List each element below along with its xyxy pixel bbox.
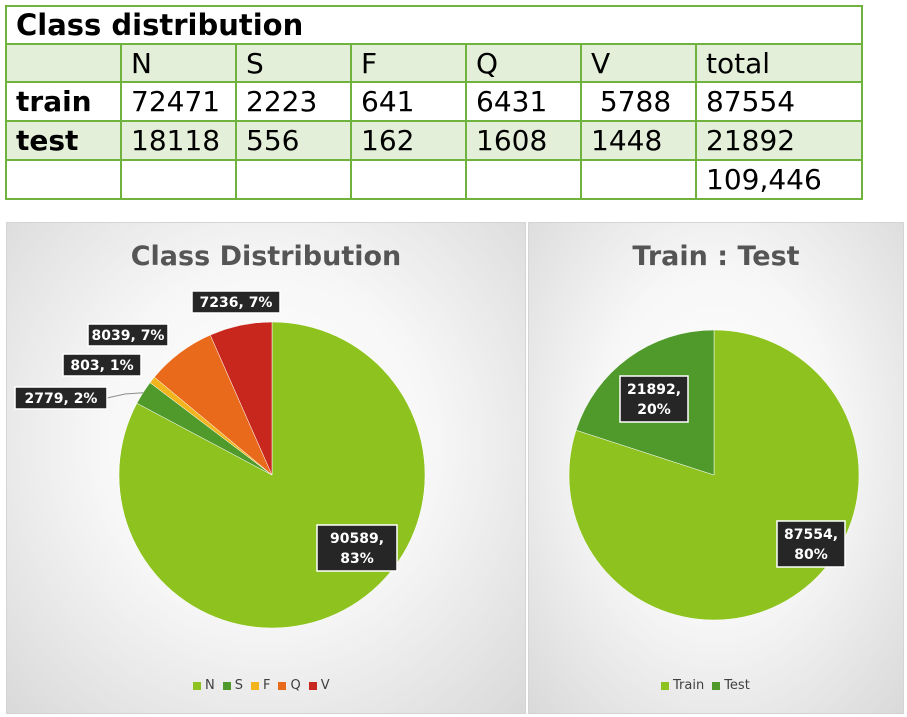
table-header-row: N S F Q V total [5,43,863,83]
leader-line [106,392,144,399]
table-cell [235,159,352,200]
legend-item-f: F [251,678,270,693]
chart-title: Train : Test [632,241,799,272]
data-label-text: 2779, 2% [25,391,98,407]
data-label-s: 2779, 2% [14,386,144,410]
data-label-v: 7236, 7% [191,290,281,314]
legend-label: S [234,678,243,693]
table-row: train 72471 2223 641 6431 5788 87554 [5,81,863,122]
legend-label: Q [290,678,301,693]
legend-item-v: V [308,678,330,693]
class-distribution-table: Class distribution N S F Q V total train… [5,5,863,200]
data-label-value: 21892, [627,382,681,398]
data-label-percent: 83% [340,551,374,567]
row-label [5,159,122,200]
legend-swatch [661,681,669,690]
legend-item-q: Q [278,678,301,693]
table-cell: 5788 [580,81,697,122]
row-label: test [5,120,122,161]
chart-legend: Train Test [657,678,754,693]
table-cell [465,159,582,200]
legend-item-train: Train [661,678,704,693]
header-cell: F [350,43,467,83]
class-distribution-chart: Class Distribution 90589, 83% 2779, 2% 803,… [6,222,526,714]
table-cell: 21892 [695,120,863,161]
table-cell: 641 [350,81,467,122]
table-cell [580,159,697,200]
legend-item-n: N [193,678,215,693]
data-label-f: 803, 1% [62,353,142,377]
table-cell: 1448 [580,120,697,161]
data-label-value: 90589, [330,531,384,547]
legend-label: Test [724,678,750,693]
legend-swatch [278,681,287,690]
legend-label: V [320,678,330,693]
row-label: train [5,81,122,122]
data-label-value: 87554, [784,527,838,543]
grand-total-cell: 109,446 [695,159,863,200]
chart-title: Class Distribution [131,241,402,272]
header-cell: N [120,43,237,83]
legend-swatch [308,681,317,690]
legend-label: F [263,678,271,693]
data-label-train: 87554, 80% [776,520,846,568]
class-pie-svg: Class Distribution 90589, 83% 2779, 2% 803,… [14,241,426,629]
data-label-q: 8039, 7% [87,323,169,347]
legend-swatch [193,681,201,690]
table-cell: 556 [235,120,352,161]
table-row: test 18118 556 162 1608 1448 21892 [5,120,863,161]
header-cell: total [695,43,863,83]
table-row: 109,446 [5,159,863,200]
table-cell [120,159,237,200]
data-label-n: 90589, 83% [316,524,398,572]
legend-swatch [712,681,721,690]
header-cell [5,43,122,83]
split-pie-svg: Train : Test 87554, 80% 21892, 20% [568,241,860,621]
data-label-percent: 80% [794,547,828,563]
legend-item-test: Test [712,678,750,693]
table-cell: 162 [350,120,467,161]
table-cell: 6431 [465,81,582,122]
table-cell: 87554 [695,81,863,122]
table-cell: 72471 [120,81,237,122]
legend-label: Train [673,678,705,693]
data-label-text: 803, 1% [70,358,133,374]
header-cell: V [580,43,697,83]
header-cell: Q [465,43,582,83]
class-pie-slices [118,321,426,629]
table-cell: 2223 [235,81,352,122]
train-test-chart: Train : Test 87554, 80% 21892, 20% Train Tes… [528,222,904,714]
table-cell: 18118 [120,120,237,161]
data-label-text: 8039, 7% [92,328,165,344]
legend-item-s: S [222,678,243,693]
table-cell: 1608 [465,120,582,161]
data-label-test: 21892, 20% [619,375,689,423]
legend-swatch [251,681,259,690]
legend-label: N [205,678,215,693]
data-label-percent: 20% [637,402,671,418]
table-title: Class distribution [5,5,863,45]
header-cell: S [235,43,352,83]
split-pie-slices [568,329,860,621]
chart-legend: NSFQV [189,678,334,693]
table-cell [350,159,467,200]
legend-swatch [222,681,231,690]
data-label-text: 7236, 7% [200,295,273,311]
